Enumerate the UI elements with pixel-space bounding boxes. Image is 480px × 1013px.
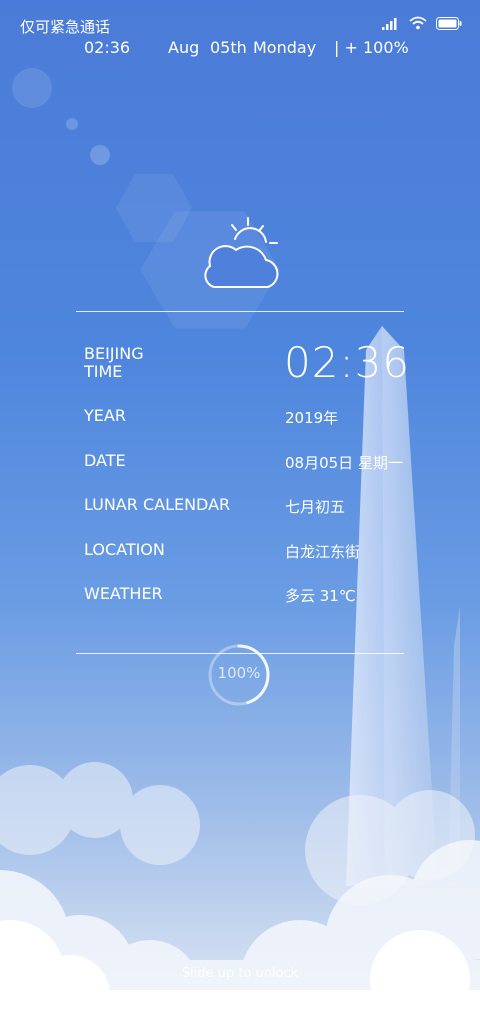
- bokeh-circle: [12, 68, 52, 108]
- lunar-calendar-value: 七月初五: [285, 498, 346, 516]
- status-weekday: Monday: [253, 38, 317, 57]
- status-day: 05th: [210, 38, 247, 57]
- progress-label: 100%: [217, 664, 261, 682]
- signal-icon: [382, 17, 397, 30]
- label-beijing-time: BEIJING TIME: [84, 344, 144, 381]
- wifi-icon: [409, 16, 427, 30]
- divider-top: [76, 311, 404, 312]
- carrier-text: 仅可紧急通话: [20, 18, 111, 36]
- status-time: 02:36: [84, 38, 131, 57]
- label-year: YEAR: [84, 406, 126, 425]
- weather-value: 多云 31℃: [285, 587, 356, 605]
- slide-to-unlock-hint[interactable]: Slide up to unlock: [0, 966, 480, 981]
- battery-text: | + 100%: [334, 38, 409, 57]
- location-value: 白龙江东街: [285, 543, 361, 561]
- label-lunar-calendar: LUNAR CALENDAR: [84, 495, 231, 514]
- status-month: Aug: [168, 38, 200, 57]
- beijing-time-value: 02:36: [284, 338, 411, 387]
- label-weather: WEATHER: [84, 584, 163, 603]
- date-value: 08月05日 星期一: [285, 454, 403, 472]
- partly-cloudy-icon: [204, 217, 279, 288]
- bokeh-circle: [66, 118, 78, 130]
- bokeh-circle: [90, 145, 110, 165]
- label-location: LOCATION: [84, 540, 165, 559]
- battery-icon: [436, 16, 462, 30]
- label-date: DATE: [84, 451, 126, 470]
- year-value: 2019年: [285, 409, 339, 427]
- status-bar: 仅可紧急通话 02:36 Aug 05th Monday | + 100%: [0, 0, 480, 66]
